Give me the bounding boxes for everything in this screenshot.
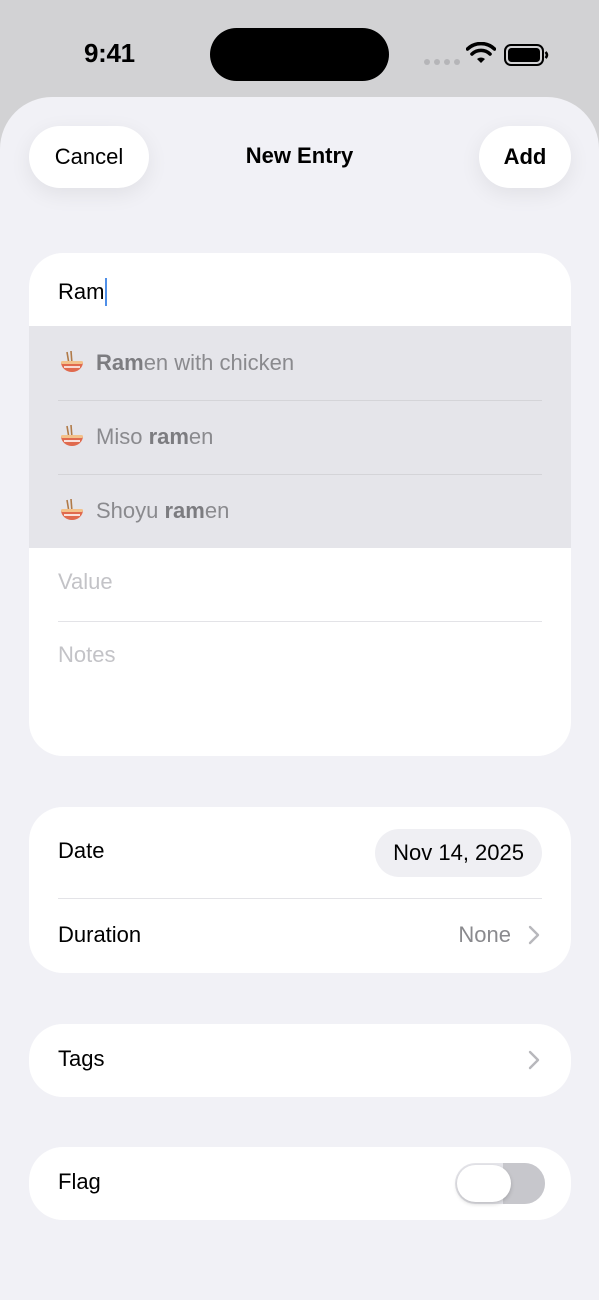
duration-label: Duration — [58, 922, 142, 947]
suggestion-rest: en — [188, 424, 214, 449]
divider — [58, 898, 542, 899]
new-entry-sheet: Cancel New Entry Add Ram Ramen with chic… — [0, 97, 599, 1300]
flag-toggle[interactable] — [455, 1163, 545, 1204]
wifi-icon — [466, 42, 496, 63]
status-bar: 9:41 — [0, 0, 599, 100]
value-field[interactable]: Value — [58, 569, 113, 595]
cellular-signal-icon — [424, 59, 460, 65]
notes-field[interactable]: Notes — [58, 642, 115, 668]
name-input[interactable]: Ram — [58, 277, 108, 307]
tags-row[interactable]: Tags — [29, 1024, 571, 1097]
suggestion-item[interactable]: Ramen with chicken — [58, 326, 542, 400]
details-card: Date Nov 14, 2025 Duration None — [29, 807, 571, 973]
suggestion-match: ram — [164, 498, 205, 523]
tags-label: Tags — [58, 1046, 105, 1071]
name-input-value: Ram — [58, 279, 105, 304]
suggestion-match: ram — [148, 424, 189, 449]
suggestion-match: Ram — [96, 350, 144, 375]
entry-form-card: Ram Ramen with chicken Miso ramen Shoyu … — [29, 253, 571, 756]
autocomplete-suggestions: Ramen with chicken Miso ramen Shoyu rame… — [29, 326, 571, 548]
battery-icon — [504, 44, 549, 66]
chevron-right-icon — [528, 1050, 540, 1070]
suggestion-item[interactable]: Shoyu ramen — [58, 474, 542, 548]
ramen-bowl-icon — [61, 350, 83, 372]
status-time: 9:41 — [84, 38, 135, 68]
toggle-knob — [457, 1165, 511, 1202]
date-label: Date — [58, 838, 105, 863]
suggestion-prefix: Shoyu — [96, 498, 165, 523]
suggestion-rest: en with chicken — [143, 350, 295, 375]
add-button[interactable]: Add — [479, 126, 571, 188]
divider — [58, 621, 542, 622]
flag-label: Flag — [58, 1169, 101, 1194]
suggestion-item[interactable]: Miso ramen — [58, 400, 542, 474]
date-picker-button[interactable]: Nov 14, 2025 — [375, 829, 542, 877]
chevron-right-icon — [528, 925, 540, 945]
dynamic-island — [210, 28, 389, 81]
suggestion-prefix: Miso — [96, 424, 149, 449]
flag-row: Flag — [29, 1147, 571, 1220]
duration-value: None — [458, 922, 511, 947]
text-caret — [105, 278, 108, 306]
suggestion-rest: en — [204, 498, 230, 523]
ramen-bowl-icon — [61, 424, 83, 446]
ramen-bowl-icon — [61, 498, 83, 520]
